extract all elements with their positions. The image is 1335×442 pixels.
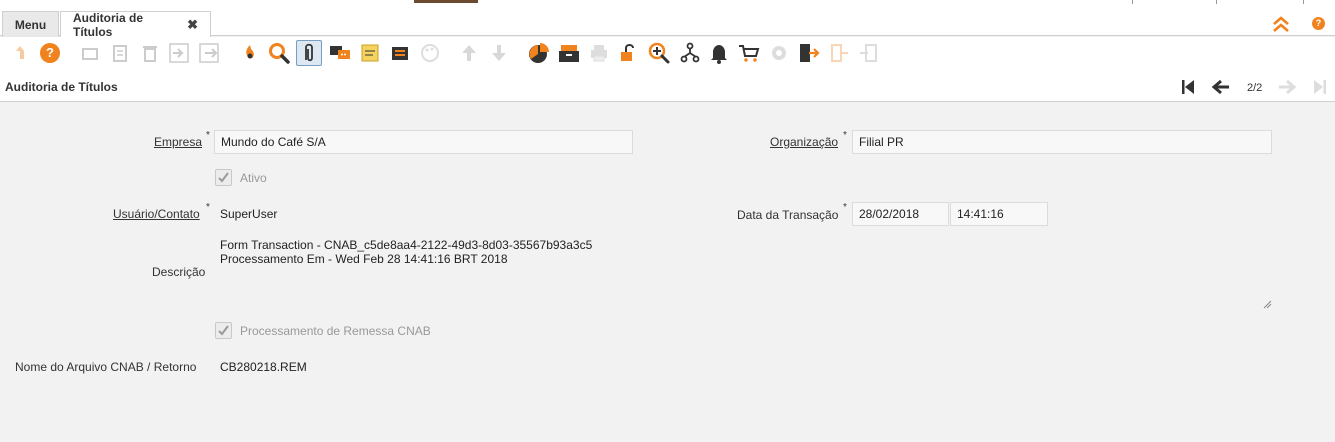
cart-icon[interactable] (736, 40, 762, 66)
data-transacao-time-field[interactable]: 14:41:16 (950, 202, 1048, 226)
page-title: Auditoria de Títulos (5, 80, 118, 94)
arquivo-label: Nome do Arquivo CNAB / Retorno (15, 360, 197, 374)
undo-icon[interactable] (8, 40, 34, 66)
ativo-checkbox[interactable] (215, 169, 232, 186)
header-image (414, 0, 478, 3)
descricao-line-2: Processamento Em - Wed Feb 28 14:41:16 B… (220, 252, 508, 266)
alert-icon[interactable] (706, 40, 732, 66)
last-record-icon[interactable] (1310, 77, 1330, 97)
usuario-label: Usuário/Contato (113, 207, 200, 221)
find-icon[interactable] (266, 40, 292, 66)
double-chevron-up-icon[interactable] (1271, 15, 1291, 33)
organizacao-field[interactable]: Filial PR (852, 130, 1272, 154)
exit-icon[interactable] (796, 40, 822, 66)
copy-record-icon[interactable] (107, 40, 133, 66)
import-icon[interactable] (166, 40, 192, 66)
close-icon[interactable]: ✖ (187, 17, 198, 33)
processamento-checkbox[interactable] (215, 322, 232, 339)
detail-record-icon[interactable] (486, 40, 512, 66)
resize-handle-icon[interactable] (1262, 299, 1272, 309)
settings-icon[interactable] (766, 40, 792, 66)
chat-icon[interactable] (327, 40, 353, 66)
export-icon[interactable] (196, 40, 222, 66)
empresa-label: Empresa (154, 135, 203, 149)
next-record-icon[interactable] (1277, 77, 1297, 97)
record-form: Empresa * Mundo do Café S/A Organização … (0, 103, 1335, 442)
tab-bar: Menu Auditoria de Títulos ✖ ? (0, 9, 1335, 39)
notes-icon[interactable] (357, 40, 383, 66)
archive-icon[interactable] (387, 40, 413, 66)
required-mark: * (843, 202, 847, 213)
record-counter: 2/2 (1247, 82, 1263, 94)
parent-record-icon[interactable] (456, 40, 482, 66)
required-mark: * (206, 202, 210, 213)
data-transacao-label: Data da Transação (737, 208, 839, 222)
divider (1303, 0, 1304, 4)
data-transacao-date-field[interactable]: 28/02/2018 (852, 202, 949, 226)
ativo-label: Ativo (240, 171, 267, 185)
previous-record-icon[interactable] (1211, 77, 1231, 97)
archived-documents-icon[interactable] (556, 40, 582, 66)
zoom-across-icon[interactable] (646, 40, 672, 66)
required-mark: * (206, 130, 210, 141)
divider (1216, 0, 1217, 4)
descricao-label: Descrição (152, 265, 206, 279)
tab-menu-label: Menu (14, 17, 47, 32)
first-record-icon[interactable] (1178, 77, 1198, 97)
tab-auditoria-titulos[interactable]: Auditoria de Títulos ✖ (60, 11, 211, 39)
delete-icon[interactable] (137, 40, 163, 66)
empresa-field[interactable]: Mundo do Café S/A (214, 130, 633, 154)
lock-icon[interactable] (615, 40, 641, 66)
report-icon[interactable] (526, 40, 552, 66)
toolbar: ? (0, 37, 1335, 71)
usuario-value: SuperUser (220, 207, 278, 221)
window-title-bar: Auditoria de Títulos 2/2 (0, 71, 1335, 102)
export-disabled-icon[interactable] (856, 40, 882, 66)
import-disabled-icon[interactable] (826, 40, 852, 66)
divider (1132, 0, 1133, 4)
descricao-line-1: Form Transaction - CNAB_c5de8aa4-2122-49… (220, 238, 593, 252)
help-icon[interactable]: ? (37, 40, 63, 66)
workflow-icon[interactable] (677, 40, 703, 66)
tab-label: Auditoria de Títulos (73, 11, 144, 39)
attachment-icon[interactable] (296, 40, 322, 66)
palette-icon[interactable] (417, 40, 443, 66)
required-mark: * (843, 130, 847, 141)
print-icon[interactable] (586, 40, 612, 66)
organizacao-label: Organização (770, 135, 839, 149)
new-record-icon[interactable] (77, 40, 103, 66)
top-strip (0, 0, 1335, 9)
tab-menu[interactable]: Menu (2, 11, 59, 37)
help-icon-label: ? (40, 43, 60, 63)
arquivo-value: CB280218.REM (220, 360, 307, 374)
refresh-icon[interactable] (237, 40, 263, 66)
help-icon[interactable]: ? (1312, 17, 1325, 30)
processamento-label: Processamento de Remessa CNAB (240, 324, 431, 338)
